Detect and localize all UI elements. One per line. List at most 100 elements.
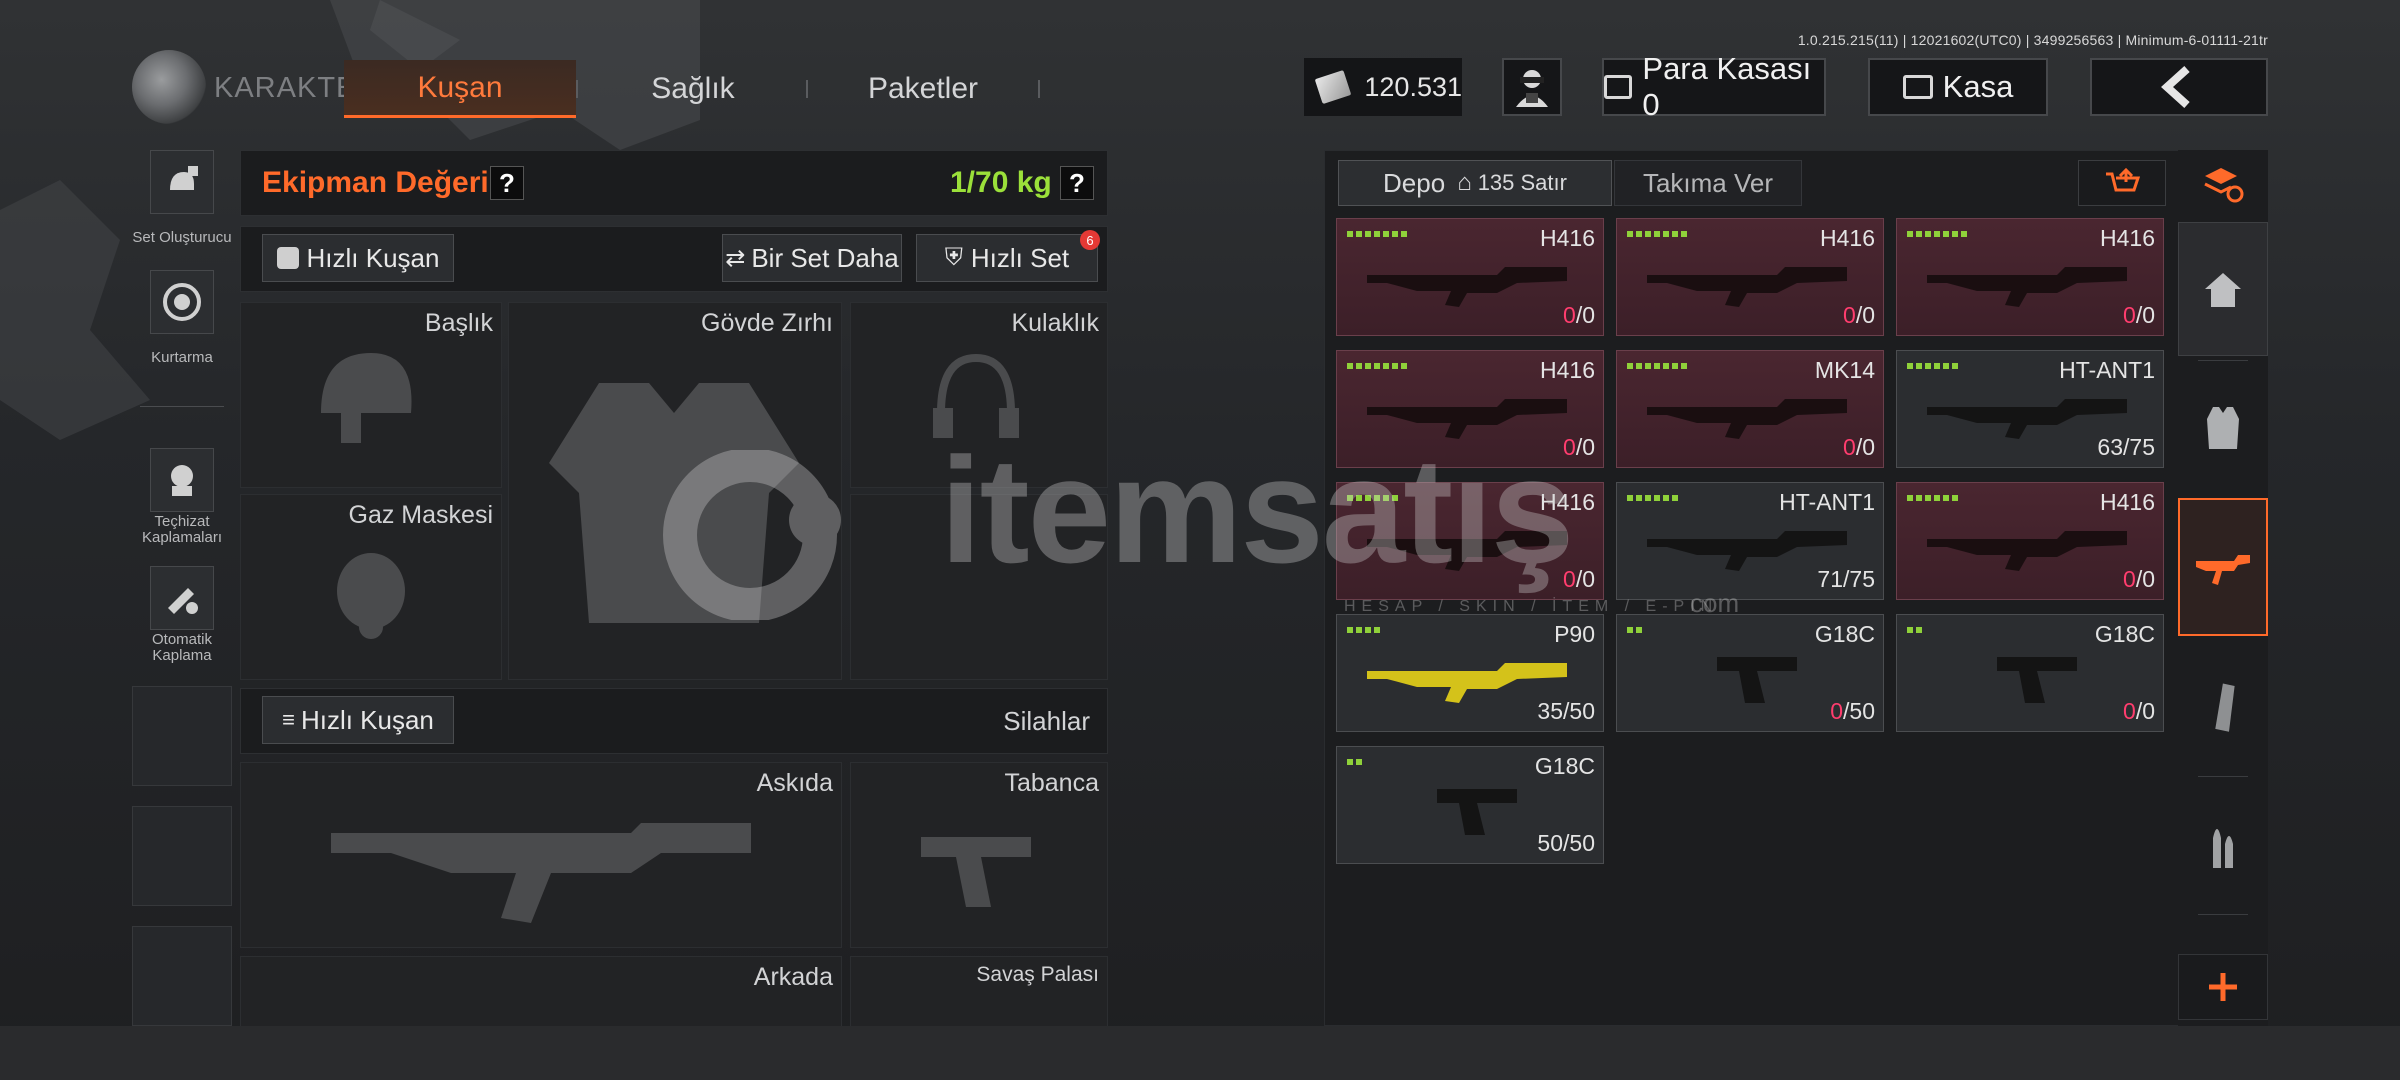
weapons-quick-equip-button[interactable]: ≡ Hızlı Kuşan — [262, 696, 454, 744]
inventory-item-card[interactable]: H416 0/0 — [1616, 218, 1884, 336]
empty-equipment-slot[interactable] — [850, 494, 1108, 680]
inventory-item-card[interactable]: MK14 0/0 — [1616, 350, 1884, 468]
inventory-item-card[interactable]: HT-ANT1 63/75 — [1896, 350, 2164, 468]
vault-label: Para Kasası 0 — [1642, 51, 1812, 122]
category-ammo[interactable] — [2178, 778, 2268, 912]
set-builder-button[interactable] — [150, 150, 214, 214]
quality-pip — [1356, 759, 1362, 765]
quality-pip — [1356, 363, 1362, 369]
quality-pip — [1383, 495, 1389, 501]
nav-divider — [2198, 360, 2248, 361]
quality-pips — [1907, 627, 1922, 633]
safe-button[interactable]: Kasa — [1868, 58, 2048, 116]
inventory-item-card[interactable]: G18C 50/50 — [1336, 746, 1604, 864]
quality-pip — [1645, 495, 1651, 501]
weapon-image-icon — [1367, 399, 1567, 439]
empty-slot[interactable] — [132, 926, 232, 1026]
body-armor-slot[interactable]: Gövde Zırhı — [508, 302, 842, 680]
helmet-slot[interactable]: Başlık — [240, 302, 502, 488]
weapon-image-icon — [1927, 531, 2127, 571]
weight-help-button[interactable]: ? — [1060, 166, 1094, 200]
item-count: 0/0 — [2123, 302, 2155, 329]
item-count-current: 0 — [1563, 302, 1576, 328]
tab-storage[interactable]: Depo ⌂ 135 Satır — [1338, 160, 1612, 206]
inventory-item-card[interactable]: H416 0/0 — [1336, 482, 1604, 600]
quality-pip — [1663, 231, 1669, 237]
refresh-stack-button[interactable] — [2178, 154, 2268, 214]
quality-pip — [1934, 231, 1940, 237]
quality-pip — [1636, 231, 1642, 237]
quality-pip — [1925, 231, 1931, 237]
quality-pip — [1356, 627, 1362, 633]
cart-button[interactable] — [2078, 160, 2166, 206]
ammo-icon — [2213, 829, 2233, 868]
quick-equip-label: Hızlı Kuşan — [306, 242, 440, 273]
inventory-item-card[interactable]: H416 0/0 — [1896, 482, 2164, 600]
weapon-image-icon — [1437, 789, 1517, 835]
quality-pip — [1654, 495, 1660, 501]
item-name: H416 — [1820, 225, 1875, 251]
category-armor[interactable] — [2178, 362, 2268, 494]
tab-health[interactable]: Sağlık — [578, 60, 808, 118]
nav-divider — [2198, 914, 2248, 915]
quality-pip — [1347, 231, 1353, 237]
item-count: 0/0 — [1563, 302, 1595, 329]
empty-slot[interactable] — [132, 806, 232, 906]
equipment-value-help-button[interactable]: ? — [490, 166, 524, 200]
auto-skin-button[interactable] — [150, 566, 214, 630]
item-count-current: 0 — [2123, 698, 2136, 724]
weapon-image-icon — [1647, 531, 1847, 571]
melee-slot[interactable]: Savaş Palası — [850, 956, 1108, 1036]
quality-pip — [1681, 231, 1687, 237]
item-name: H416 — [2100, 225, 2155, 251]
item-count-current: 0 — [1843, 302, 1856, 328]
gear-skins-button[interactable] — [150, 448, 214, 512]
slung-weapon-slot[interactable]: Askıda — [240, 762, 842, 948]
inventory-item-card[interactable]: G18C 0/50 — [1616, 614, 1884, 732]
back-weapon-slot[interactable]: Arkada — [240, 956, 842, 1036]
tab-equip[interactable]: Kuşan — [344, 60, 576, 118]
item-count: 0/50 — [1830, 698, 1875, 725]
quality-pip — [1401, 363, 1407, 369]
quality-pips — [1347, 759, 1362, 765]
inventory-item-card[interactable]: P90 35/50 — [1336, 614, 1604, 732]
quality-pip — [1356, 495, 1362, 501]
pistol-slot[interactable]: Tabanca — [850, 762, 1108, 948]
item-name: H416 — [2100, 489, 2155, 515]
profile-button[interactable] — [1502, 58, 1562, 116]
vault-icon — [1604, 75, 1633, 99]
gear-skins-label: Teçhizat Kaplamaları — [141, 513, 223, 546]
category-magazines[interactable] — [2178, 640, 2268, 774]
quality-pips — [1907, 363, 1958, 369]
quality-pip — [1925, 363, 1931, 369]
tab-packages[interactable]: Paketler — [808, 60, 1038, 118]
add-button[interactable] — [2178, 954, 2268, 1020]
quick-set-button[interactable]: ⛨ Hızlı Set — [916, 234, 1098, 282]
empty-slot[interactable] — [132, 686, 232, 786]
item-count-max: /0 — [1575, 302, 1595, 328]
quality-pip — [1374, 495, 1380, 501]
gear-skin-icon — [171, 465, 193, 496]
inventory-item-card[interactable]: HT-ANT1 71/75 — [1616, 482, 1884, 600]
back-button[interactable] — [2090, 58, 2268, 116]
item-name: G18C — [1534, 753, 1595, 779]
category-home[interactable] — [2178, 222, 2268, 356]
category-weapons[interactable] — [2178, 498, 2268, 636]
inventory-item-card[interactable]: H416 0/0 — [1336, 350, 1604, 468]
gas-mask-slot[interactable]: Gaz Maskesi — [240, 494, 502, 680]
headset-slot[interactable]: Kulaklık — [850, 302, 1108, 488]
tab-give-to-team[interactable]: Takıma Ver — [1614, 160, 1802, 206]
money-vault-button[interactable]: Para Kasası 0 — [1602, 51, 1826, 122]
gas-mask-icon — [337, 553, 405, 639]
inventory-item-card[interactable]: H416 0/0 — [1896, 218, 2164, 336]
item-count-max: /50 — [1563, 830, 1595, 856]
another-set-button[interactable]: ⇄ Bir Set Daha — [722, 234, 902, 282]
quick-equip-button[interactable]: Hızlı Kuşan — [262, 234, 454, 282]
quality-pip — [1374, 231, 1380, 237]
quality-pip — [1663, 363, 1669, 369]
auto-skin-icon — [168, 588, 198, 614]
inventory-item-card[interactable]: G18C 0/0 — [1896, 614, 2164, 732]
item-count: 0/0 — [1843, 302, 1875, 329]
inventory-item-card[interactable]: H416 0/0 — [1336, 218, 1604, 336]
rescue-button[interactable] — [150, 270, 214, 334]
